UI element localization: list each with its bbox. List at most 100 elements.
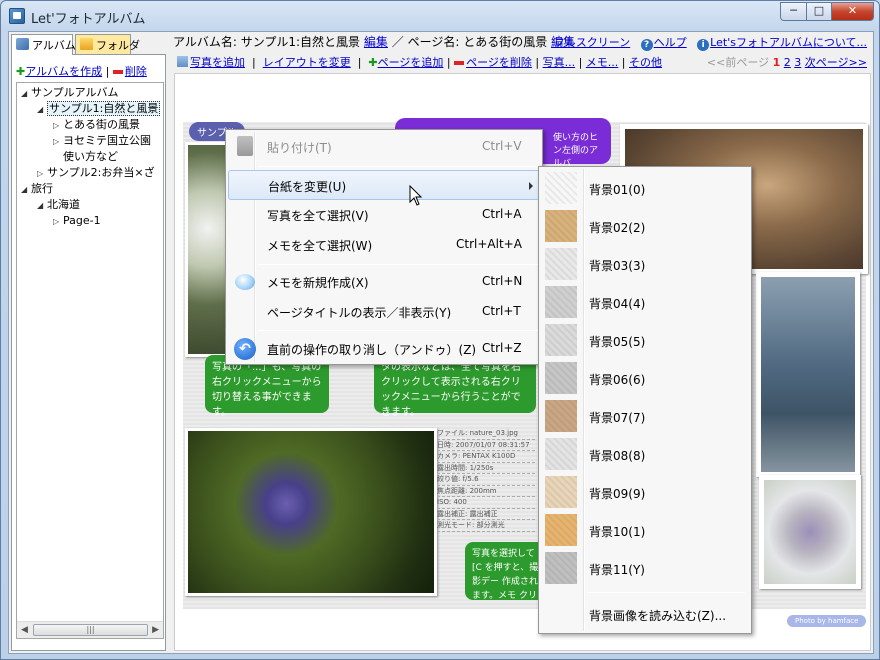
photo-pelican[interactable] [756, 272, 860, 477]
page-number-link[interactable]: 3 [794, 56, 801, 69]
exif-line: 焦点距離: 200mm [437, 486, 535, 497]
submenu-item-bg08[interactable]: 背景08(8) [541, 435, 748, 473]
tree-item-sample1[interactable]: ◢ サンプル1:自然と風景 [37, 101, 161, 117]
prev-page-link[interactable]: <<前ページ [707, 56, 769, 69]
collapse-icon[interactable]: ◢ [21, 182, 31, 197]
help-icon: ? [640, 39, 653, 51]
app-window: Let'フォトアルバム ─ □ ✕ アルバム フォルダ ✚アルバムを作成 | 削… [0, 0, 880, 660]
menu-shortcut: Ctrl+Alt+A [456, 237, 522, 251]
tab-folder[interactable]: フォルダ [75, 34, 140, 54]
submenu-item-bg11[interactable]: 背景11(Y) [541, 549, 748, 587]
collapse-icon[interactable]: ◢ [37, 102, 47, 117]
help-link[interactable]: ヘルプ [654, 36, 687, 49]
menu-separator [258, 264, 538, 265]
menu-item-label: 写真を全て選択(V) [267, 209, 369, 223]
menu-item-new-memo[interactable]: メモを新規作成(X) Ctrl+N [228, 267, 540, 297]
tree-item-yosemite[interactable]: ▷ ヨセミテ国立公園 [53, 133, 151, 149]
memo-menu-link[interactable]: メモ... [586, 56, 619, 69]
photo-agapanthus[interactable] [185, 428, 437, 596]
close-button[interactable]: ✕ [831, 2, 874, 21]
collapse-icon[interactable]: ◢ [37, 198, 47, 213]
submenu-item-label: 背景01(0) [589, 183, 646, 197]
submenu-item-bg10[interactable]: 背景10(1) [541, 511, 748, 549]
next-page-link[interactable]: 次ページ>> [805, 56, 867, 69]
memo-note-3[interactable]: 写真を選択して [C を押すと、撮影デー 作成されます。メモ クリックで編集でき [465, 542, 549, 600]
expand-icon[interactable]: ▷ [53, 214, 63, 229]
maximize-button[interactable]: □ [806, 2, 832, 21]
submenu-item-bg07[interactable]: 背景07(7) [541, 397, 748, 435]
submenu-item-bg01[interactable]: 背景01(0) [541, 169, 748, 207]
tree-item-page1[interactable]: ▷ Page-1 [53, 213, 101, 229]
create-album-link[interactable]: アルバムを作成 [25, 65, 102, 78]
menu-item-select-all-photos[interactable]: 写真を全て選択(V) Ctrl+A [228, 200, 540, 230]
collapse-icon[interactable]: ◢ [21, 86, 31, 101]
submenu-item-bg06[interactable]: 背景06(6) [541, 359, 748, 397]
submenu-item-label: 背景05(5) [589, 335, 646, 349]
horizontal-scrollbar[interactable]: ◀ ||| ▶ [17, 621, 163, 638]
minimize-button[interactable]: ─ [780, 2, 807, 21]
photo-flower-right[interactable] [759, 475, 861, 589]
context-menu: 貼り付け(T) Ctrl+V 台紙を変更(U) 写真を全て選択(V) Ctrl+… [225, 129, 543, 365]
submenu-item-load-background[interactable]: 背景画像を読み込む(Z)... [541, 595, 748, 633]
background-thumbnail [545, 362, 577, 394]
change-layout-link[interactable]: レイアウトを変更 [263, 56, 351, 69]
title-bar[interactable]: Let'フォトアルバム ─ □ ✕ [1, 1, 879, 31]
mouse-cursor-icon [409, 185, 423, 206]
about-link[interactable]: Let'sフォトアルバムについて... [710, 36, 867, 49]
tree-item-sample2[interactable]: ▷ サンプル2:お弁当×ざ [37, 165, 155, 181]
submenu-item-bg02[interactable]: 背景02(2) [541, 207, 748, 245]
delete-album-link[interactable]: 削除 [125, 65, 147, 78]
scroll-left-icon[interactable]: ◀ [21, 625, 28, 635]
background-thumbnail [545, 514, 577, 546]
photo-menu-link[interactable]: 写真... [543, 56, 576, 69]
tree-item-travel[interactable]: ◢ 旅行 [21, 181, 53, 197]
tree-item-town[interactable]: ▷ とある街の風景 [53, 117, 140, 133]
background-thumbnail [545, 248, 577, 280]
tab-album[interactable]: アルバム [11, 34, 76, 55]
exif-line: カメラ: PENTAX K100D [437, 451, 535, 463]
background-thumbnail [545, 172, 577, 204]
scroll-right-icon[interactable]: ▶ [152, 625, 159, 635]
tab-folder-label: フォルダ [96, 39, 140, 52]
other-link[interactable]: その他 [629, 56, 662, 69]
submenu-item-bg09[interactable]: 背景09(9) [541, 473, 748, 511]
tree-item-label: 北海道 [47, 198, 80, 211]
menu-shortcut: Ctrl+N [482, 274, 523, 288]
tree-item-hokkaido[interactable]: ◢ 北海道 [37, 197, 80, 213]
page-number-link[interactable]: 2 [784, 56, 791, 69]
tree-item-sample-album[interactable]: ◢ サンプルアルバム [21, 85, 119, 101]
menu-item-undo[interactable]: ↶ 直前の操作の取り消し（アンドゥ）(Z) Ctrl+Z [228, 334, 540, 364]
submenu-item-bg05[interactable]: 背景05(5) [541, 321, 748, 359]
add-photo-link[interactable]: 写真を追加 [190, 56, 245, 69]
menu-item-toggle-title[interactable]: ページタイトルの表示／非表示(Y) Ctrl+T [228, 297, 540, 327]
menu-item-label: 貼り付け(T) [267, 141, 332, 155]
menu-item-paste[interactable]: 貼り付け(T) Ctrl+V [228, 132, 540, 162]
exif-line: 日時: 2007/01/07 08:31:57 [437, 440, 535, 451]
expand-icon[interactable]: ▷ [53, 134, 63, 149]
exif-line: 測光モード: 部分測光 [437, 520, 535, 532]
exif-line: ファイル: nature_03.jpg [437, 428, 535, 440]
delete-page-link[interactable]: ページを削除 [466, 56, 532, 69]
tree-item-label: サンプル1:自然と風景 [47, 101, 161, 116]
menu-item-change-mount[interactable]: 台紙を変更(U) [228, 170, 540, 200]
page-name: ページ名: とある街の風景 [407, 35, 548, 49]
expand-icon[interactable]: ▷ [53, 118, 63, 133]
menu-item-select-all-memos[interactable]: メモを全て選択(W) Ctrl+Alt+A [228, 230, 540, 260]
submenu-item-label: 背景画像を読み込む(Z)... [589, 609, 727, 623]
edit-album-link[interactable]: 編集 [364, 35, 388, 49]
submenu-item-label: 背景06(6) [589, 373, 646, 387]
page-number-current: 1 [772, 56, 781, 69]
album-actions: ✚アルバムを作成 | 削除 [16, 63, 147, 79]
exif-memo[interactable]: ファイル: nature_03.jpg 日時: 2007/01/07 08:31… [437, 428, 535, 532]
folder-icon [80, 38, 93, 50]
expand-icon[interactable]: ▷ [37, 166, 47, 181]
tree-item-howto[interactable]: 使い方など [53, 149, 118, 164]
add-page-link[interactable]: ページを追加 [378, 56, 444, 69]
window-title: Let'フォトアルバム [31, 12, 146, 27]
menu-shortcut: Ctrl+V [482, 139, 522, 153]
fullscreen-link[interactable]: フルスクリーン [554, 36, 630, 49]
scroll-thumb[interactable]: ||| [33, 624, 148, 636]
info-slash: ／ [391, 35, 404, 49]
submenu-item-bg04[interactable]: 背景04(4) [541, 283, 748, 321]
submenu-item-bg03[interactable]: 背景03(3) [541, 245, 748, 283]
